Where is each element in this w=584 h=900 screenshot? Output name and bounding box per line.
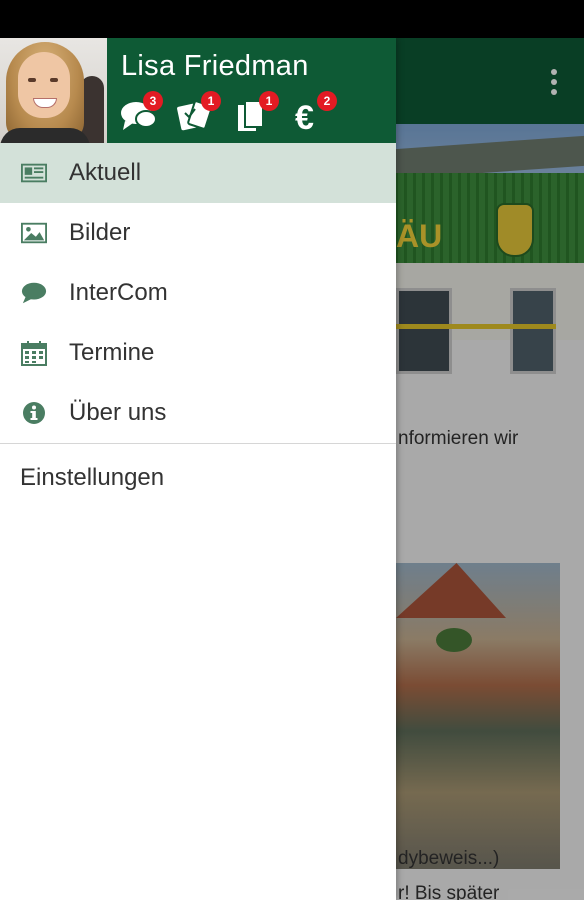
drawer-menu: Aktuell Bilder InterCom Termine Über uns… <box>0 143 396 512</box>
calendar-icon <box>21 340 47 366</box>
menu-item-termine[interactable]: Termine <box>0 323 396 383</box>
chat-bubble-icon <box>21 280 47 306</box>
menu-item-label: Bilder <box>69 219 131 246</box>
info-icon <box>21 400 47 426</box>
tickets-badge: 1 <box>201 91 221 111</box>
tickets-button[interactable]: 1 <box>177 91 221 135</box>
menu-item-einstellungen[interactable]: Einstellungen <box>0 444 396 512</box>
documents-badge: 1 <box>259 91 279 111</box>
image-icon <box>21 220 47 246</box>
menu-item-ueber-uns[interactable]: Über uns <box>0 383 396 443</box>
newspaper-icon <box>21 160 47 186</box>
avatar[interactable] <box>0 38 107 143</box>
payments-badge: 2 <box>317 91 337 111</box>
menu-item-label: Über uns <box>69 399 167 426</box>
menu-item-bilder[interactable]: Bilder <box>0 203 396 263</box>
status-bar <box>0 0 584 38</box>
payments-button[interactable]: € 2 <box>293 91 337 135</box>
documents-button[interactable]: 1 <box>235 91 279 135</box>
svg-text:€: € <box>295 99 314 133</box>
menu-item-aktuell[interactable]: Aktuell <box>0 143 396 203</box>
navigation-drawer: Lisa Friedman 3 1 1 € 2 Aktuell Bilder I… <box>0 38 396 900</box>
messages-button[interactable]: 3 <box>119 91 163 135</box>
menu-item-intercom[interactable]: InterCom <box>0 263 396 323</box>
user-name: Lisa Friedman <box>121 50 309 82</box>
menu-item-label: Aktuell <box>69 159 142 186</box>
drawer-header: Lisa Friedman 3 1 1 € 2 <box>0 38 396 143</box>
menu-item-label: InterCom <box>69 279 168 306</box>
menu-item-label: Termine <box>69 339 155 366</box>
messages-badge: 3 <box>143 91 163 111</box>
